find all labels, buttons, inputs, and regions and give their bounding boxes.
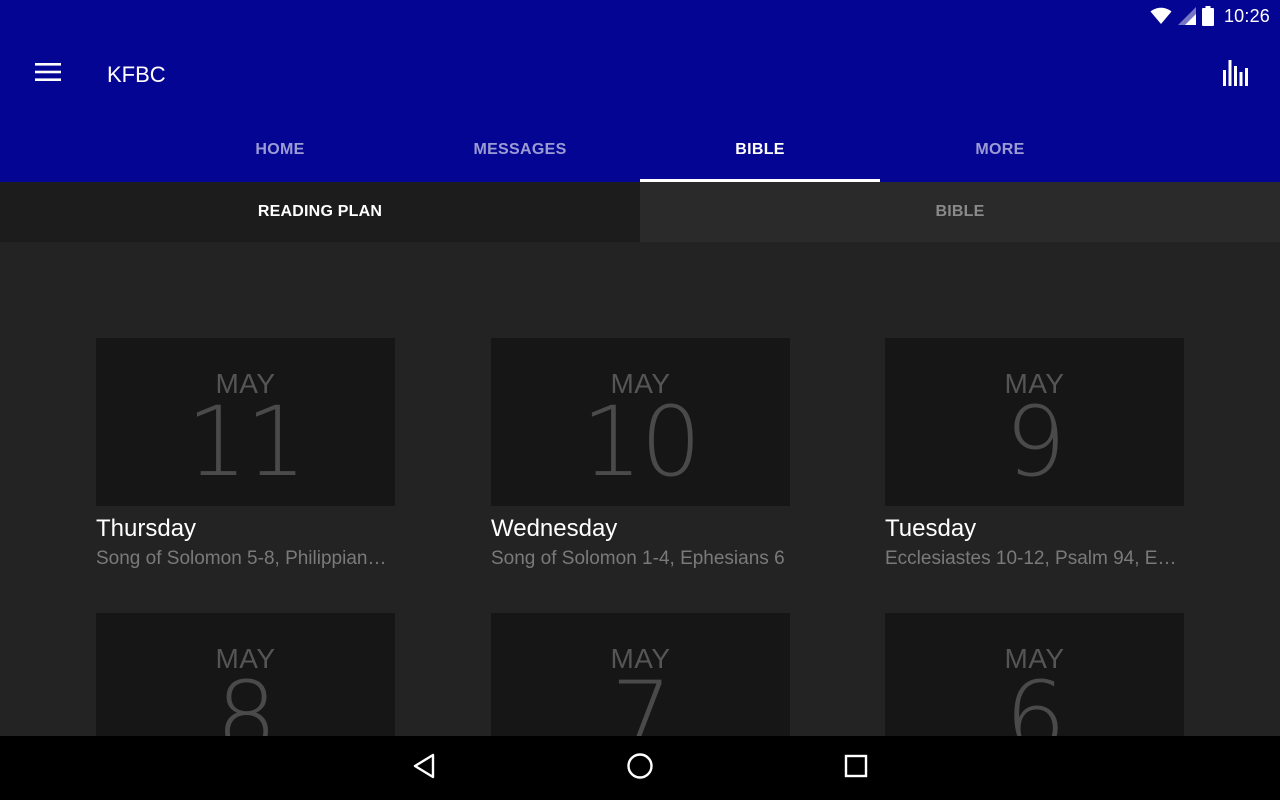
reading-card-may-9[interactable]: MAY 9 Tuesday Ecclesiastes 10-12, Psalm … [885,338,1184,572]
date-tile: MAY 9 [885,338,1184,506]
date-day: 7 [610,661,672,736]
reading-card-may-11[interactable]: MAY 11 Thursday Song of Solomon 5-8, Phi… [96,338,395,572]
back-icon [412,753,436,784]
hamburger-menu-icon [35,62,61,86]
app-screen: 10:26 KFBC HOME MESSAGES BIBLE MORE READ… [0,0,1280,800]
sub-tab-reading-plan[interactable]: READING PLAN [0,182,640,242]
date-day: 11 [186,386,306,498]
date-day: 6 [1004,661,1066,736]
card-weekday: Wednesday [491,515,618,542]
card-readings: Song of Solomon 5-8, Philippians 1 [96,548,392,569]
signal-icon [1177,7,1196,25]
home-icon [626,752,654,785]
reading-card-may-7[interactable]: MAY 7 [491,613,790,736]
reading-card-may-6[interactable]: MAY 6 [885,613,1184,736]
app-title: KFBC [107,62,166,87]
battery-icon [1201,6,1214,26]
sub-tabs: READING PLAN BIBLE [0,182,1280,242]
stats-button[interactable] [1216,54,1256,94]
reading-card-may-10[interactable]: MAY 10 Wednesday Song of Solomon 1-4, Ep… [491,338,790,572]
card-readings: Song of Solomon 1-4, Ephesians 6 [491,548,785,569]
tab-more[interactable]: MORE [880,118,1120,182]
back-button[interactable] [404,748,444,788]
tab-bible[interactable]: BIBLE [640,118,880,182]
recents-button[interactable] [836,748,876,788]
date-tile: MAY 6 [885,613,1184,736]
date-tile: MAY 8 [96,613,395,736]
status-icons: 10:26 [1150,5,1270,27]
wifi-icon [1150,7,1172,25]
home-button[interactable] [620,748,660,788]
date-day: 8 [215,661,277,736]
app-bar: KFBC [0,32,1280,118]
menu-button[interactable] [26,52,70,96]
date-day: 10 [581,386,701,498]
tab-home[interactable]: HOME [160,118,400,182]
sub-tab-bible[interactable]: BIBLE [640,182,1280,242]
card-readings: Ecclesiastes 10-12, Psalm 94, Ephesians … [885,548,1181,569]
tab-messages[interactable]: MESSAGES [400,118,640,182]
status-time: 10:26 [1223,5,1270,26]
main-tabs: HOME MESSAGES BIBLE MORE [160,118,1120,182]
date-day: 9 [1004,386,1066,498]
card-weekday: Thursday [96,515,197,542]
status-bar: 10:26 [0,0,1280,32]
date-tile: MAY 11 [96,338,395,506]
date-tile: MAY 10 [491,338,790,506]
date-tile: MAY 7 [491,613,790,736]
recents-icon [844,754,868,783]
bar-chart-icon [1223,58,1249,91]
card-weekday: Tuesday [885,515,977,542]
reading-card-may-8[interactable]: MAY 8 [96,613,395,736]
system-nav-bar [0,736,1280,800]
reading-plan-grid: MAY 11 Thursday Song of Solomon 5-8, Phi… [0,242,1280,736]
